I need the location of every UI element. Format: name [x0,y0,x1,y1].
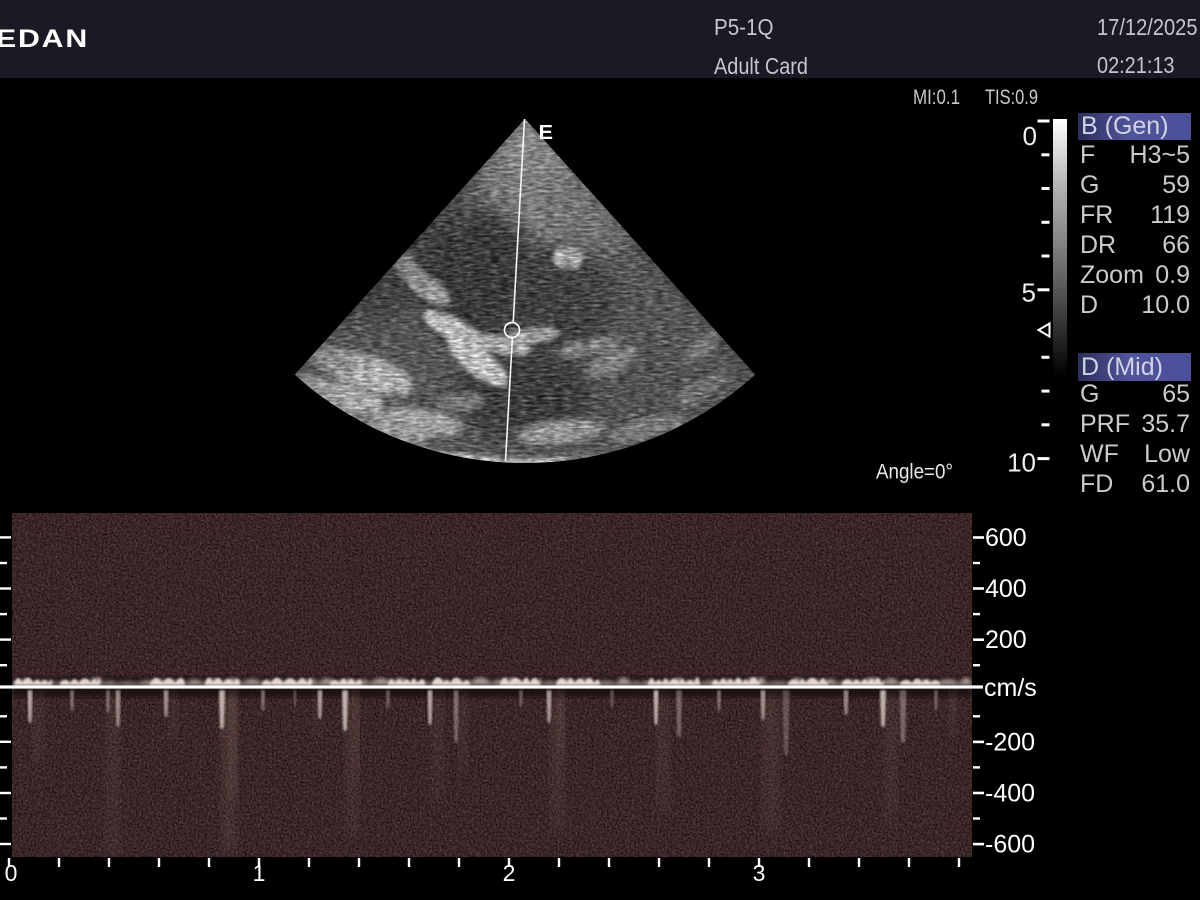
svg-text:0.9: 0.9 [1155,261,1190,289]
svg-text:G: G [1080,380,1099,408]
svg-text:10.0: 10.0 [1141,291,1190,319]
svg-text:F: F [1080,141,1095,169]
svg-text:400: 400 [985,575,1027,603]
svg-text:10: 10 [1007,448,1036,478]
svg-text:E: E [539,122,554,144]
svg-text:P5-1Q: P5-1Q [714,14,774,40]
svg-text:D (Mid): D (Mid) [1081,353,1163,381]
svg-text:1: 1 [253,860,266,886]
svg-text:FR: FR [1080,201,1113,229]
svg-text:200: 200 [985,626,1027,654]
svg-text:G: G [1080,171,1099,199]
svg-text:DR: DR [1080,231,1116,259]
svg-text:65: 65 [1162,380,1190,408]
svg-text:59: 59 [1162,171,1190,199]
svg-text:-200: -200 [985,728,1035,756]
svg-text:Angle=0°: Angle=0° [876,461,953,484]
svg-text:MI:0.1: MI:0.1 [913,86,960,109]
svg-text:B (Gen): B (Gen) [1081,112,1169,140]
svg-text:0: 0 [5,860,18,886]
svg-text:Low: Low [1144,440,1191,468]
svg-text:02:21:13: 02:21:13 [1097,52,1175,78]
svg-text:66: 66 [1162,231,1190,259]
svg-text:2: 2 [503,860,516,886]
svg-text:Zoom: Zoom [1080,261,1144,289]
svg-text:FD: FD [1080,470,1113,498]
svg-text:-400: -400 [985,780,1035,808]
svg-text:PRF: PRF [1080,410,1130,438]
svg-text:D: D [1080,291,1098,319]
svg-text:H3~5: H3~5 [1130,141,1190,169]
svg-text:WF: WF [1080,440,1119,468]
svg-text:0: 0 [1023,121,1037,151]
svg-text:EDAN: EDAN [0,25,89,53]
svg-text:61.0: 61.0 [1141,470,1190,498]
svg-text:119: 119 [1150,201,1190,229]
svg-text:cm/s: cm/s [984,674,1037,702]
svg-text:TIS:0.9: TIS:0.9 [985,86,1038,109]
svg-text:3: 3 [753,860,766,886]
svg-text:-600: -600 [985,831,1035,859]
svg-text:5: 5 [1022,278,1036,308]
svg-text:35.7: 35.7 [1141,410,1190,438]
svg-text:600: 600 [985,524,1027,552]
svg-text:17/12/2025: 17/12/2025 [1097,14,1198,40]
svg-text:Adult Card: Adult Card [714,53,808,79]
